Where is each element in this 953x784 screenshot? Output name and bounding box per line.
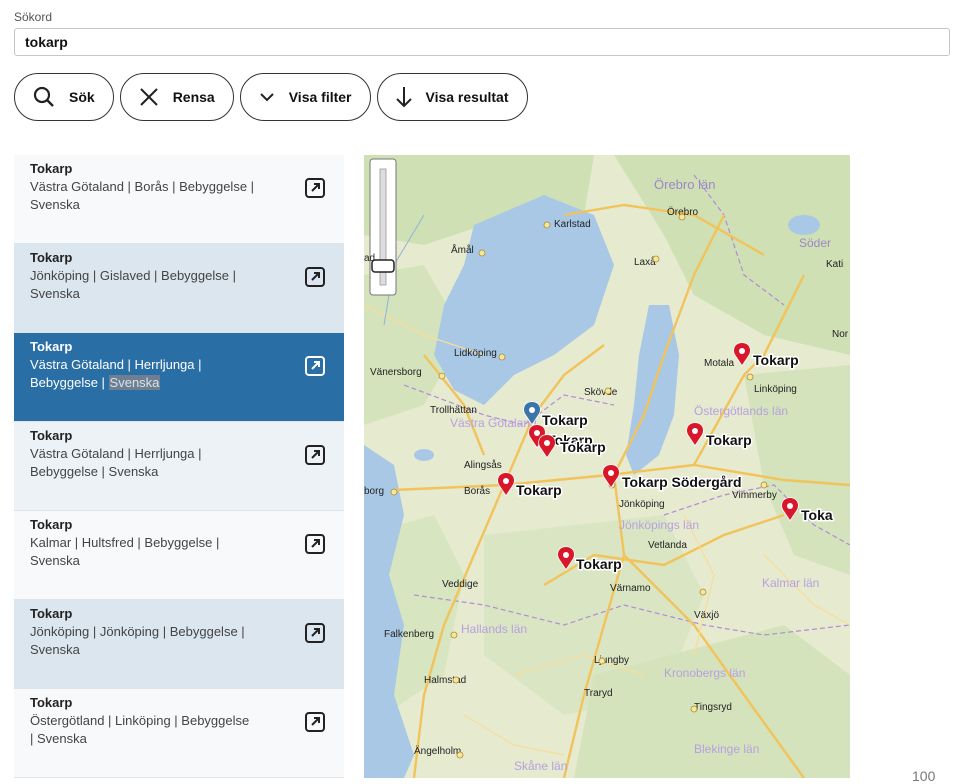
map-region-label: Söder (799, 236, 831, 250)
results-list: Tokarp Västra Götaland | Borås | Bebygge… (14, 155, 344, 778)
map-region-label: Kalmar län (762, 576, 819, 590)
show-filter-button[interactable]: Visa filter (239, 73, 371, 121)
svg-text:Tokarp Södergård: Tokarp Södergård (622, 474, 742, 490)
search-button-label: Sök (69, 89, 95, 105)
open-external-icon[interactable] (304, 444, 326, 466)
list-item[interactable]: Tokarp Kalmar | Hultsfred | Bebyggelse |… (14, 511, 344, 600)
result-description: Jönköping | Gislaved | Bebyggelse | Svens… (30, 268, 236, 301)
map-place-label: Falkenberg (384, 629, 434, 640)
clear-button[interactable]: Rensa (119, 73, 234, 121)
map-place-label: Jönköping (619, 499, 665, 510)
map-place-label: Linköping (754, 384, 797, 395)
zoom-slider (369, 158, 397, 296)
map-place-label: Vetlanda (648, 540, 687, 551)
list-item[interactable]: Tokarp Jönköping | Jönköping | Bebyggels… (14, 600, 344, 689)
result-title: Tokarp (30, 606, 73, 621)
clear-button-label: Rensa (172, 89, 215, 105)
map-place-label: borg (364, 486, 384, 497)
svg-text:Tokarp: Tokarp (542, 412, 588, 428)
map-region-label: Västra Götaland (450, 416, 537, 430)
list-item[interactable]: Tokarp Västra Götaland | Borås | Bebygge… (14, 155, 344, 244)
map-place-label: Åmål (451, 243, 474, 256)
search-input[interactable] (14, 28, 950, 56)
result-description: Kalmar | Hultsfred | Bebyggelse | Svenska (30, 535, 220, 568)
open-external-icon[interactable] (304, 177, 326, 199)
result-title: Tokarp (30, 250, 73, 265)
svg-text:Tokarp: Tokarp (576, 556, 622, 572)
open-external-icon[interactable] (304, 355, 326, 377)
search-button[interactable]: Sök (14, 73, 114, 121)
svg-text:Tokarp: Tokarp (706, 432, 752, 448)
result-description: Västra Götaland | Borås | Bebyggelse | Sv… (30, 179, 255, 212)
open-external-icon[interactable] (304, 622, 326, 644)
map-place-label: Halmstad (424, 675, 466, 686)
result-description: Jönköping | Jönköping | Bebyggelse | Sven… (30, 624, 245, 657)
map-place-label: Karlstad (554, 219, 591, 230)
search-label: Sökord (14, 10, 53, 24)
result-title: Tokarp (30, 339, 73, 354)
map-canvas[interactable]: Karlstad Örebro Örebro län Åmål Laxå Kat… (364, 155, 850, 778)
map-region-label: Örebro län (654, 177, 715, 192)
map-region-label: Jönköpings län (619, 518, 699, 532)
open-external-icon[interactable] (304, 533, 326, 555)
show-results-button[interactable]: Visa resultat (376, 73, 528, 121)
map-place-label: Nor (832, 329, 849, 340)
map-region-label: Hallands län (461, 622, 527, 636)
svg-text:Tokarp: Tokarp (516, 482, 562, 498)
show-results-label: Visa resultat (425, 89, 509, 105)
arrow-down-icon (395, 86, 412, 108)
svg-text:Tokarp: Tokarp (753, 352, 799, 368)
highlighted-text: Svenska (108, 375, 161, 390)
map-place-label: Traryd (584, 688, 613, 699)
result-title: Tokarp (30, 517, 73, 532)
toolbar: Sök Rensa Visa filter Visa resultat (14, 72, 528, 122)
map-place-label: Ängelholm (414, 745, 461, 757)
map-view[interactable]: Karlstad Örebro Örebro län Åmål Laxå Kat… (364, 155, 850, 778)
map-region-label: Östergötlands län (694, 404, 788, 418)
result-count: 100 (912, 768, 936, 784)
map-place-label: Kati (826, 259, 843, 270)
show-filter-label: Visa filter (288, 89, 352, 105)
result-description: Västra Götaland | Herrljunga | Bebyggelse… (30, 357, 202, 390)
result-title: Tokarp (30, 695, 73, 710)
map-place-label: Motala (704, 358, 734, 369)
list-item[interactable]: Tokarp Jönköping | Gislaved | Bebyggelse… (14, 244, 344, 333)
map-region-label: Blekinge län (694, 742, 759, 756)
map-place-label: Veddige (442, 579, 479, 590)
map-place-label: Värnamo (610, 583, 651, 594)
map-place-label: Laxå (634, 256, 656, 268)
result-description: Östergötland | Linköping | Bebyggelse | S… (30, 713, 250, 746)
map-place-label: Alingsås (464, 459, 502, 471)
close-icon (139, 87, 159, 107)
map-place-label: Skövde (584, 387, 618, 398)
svg-text:Tokarp: Tokarp (560, 439, 606, 455)
list-item-selected[interactable]: Tokarp Västra Götaland | Herrljunga | Beb… (14, 333, 344, 422)
svg-text:Toka: Toka (801, 507, 833, 523)
list-item[interactable]: Tokarp Östergötland | Linköping | Bebygg… (14, 689, 344, 778)
map-place-label: Lidköping (454, 348, 497, 359)
map-region-label: Kronobergs län (664, 666, 745, 680)
map-region-label: Skåne län (514, 759, 567, 773)
result-description: Västra Götaland | Herrljunga | Bebyggelse… (30, 446, 202, 479)
open-external-icon[interactable] (304, 711, 326, 733)
map-marker: Tokarp (538, 434, 607, 459)
chevron-down-icon (259, 92, 275, 102)
search-icon (33, 86, 55, 108)
result-title: Tokarp (30, 428, 73, 443)
map-place-label: ad (364, 253, 375, 264)
open-external-icon[interactable] (304, 266, 326, 288)
map-place-label: Trollhättan (430, 405, 477, 416)
map-place-label: Borås (464, 485, 490, 497)
map-place-label: Vänersborg (370, 367, 422, 378)
list-item[interactable]: Tokarp Västra Götaland | Herrljunga | Beb… (14, 422, 344, 511)
map-place-label: Vimmerby (732, 490, 777, 501)
map-place-label: Tingsryd (694, 702, 732, 713)
map-place-label: Växjö (694, 610, 719, 621)
result-title: Tokarp (30, 161, 73, 176)
